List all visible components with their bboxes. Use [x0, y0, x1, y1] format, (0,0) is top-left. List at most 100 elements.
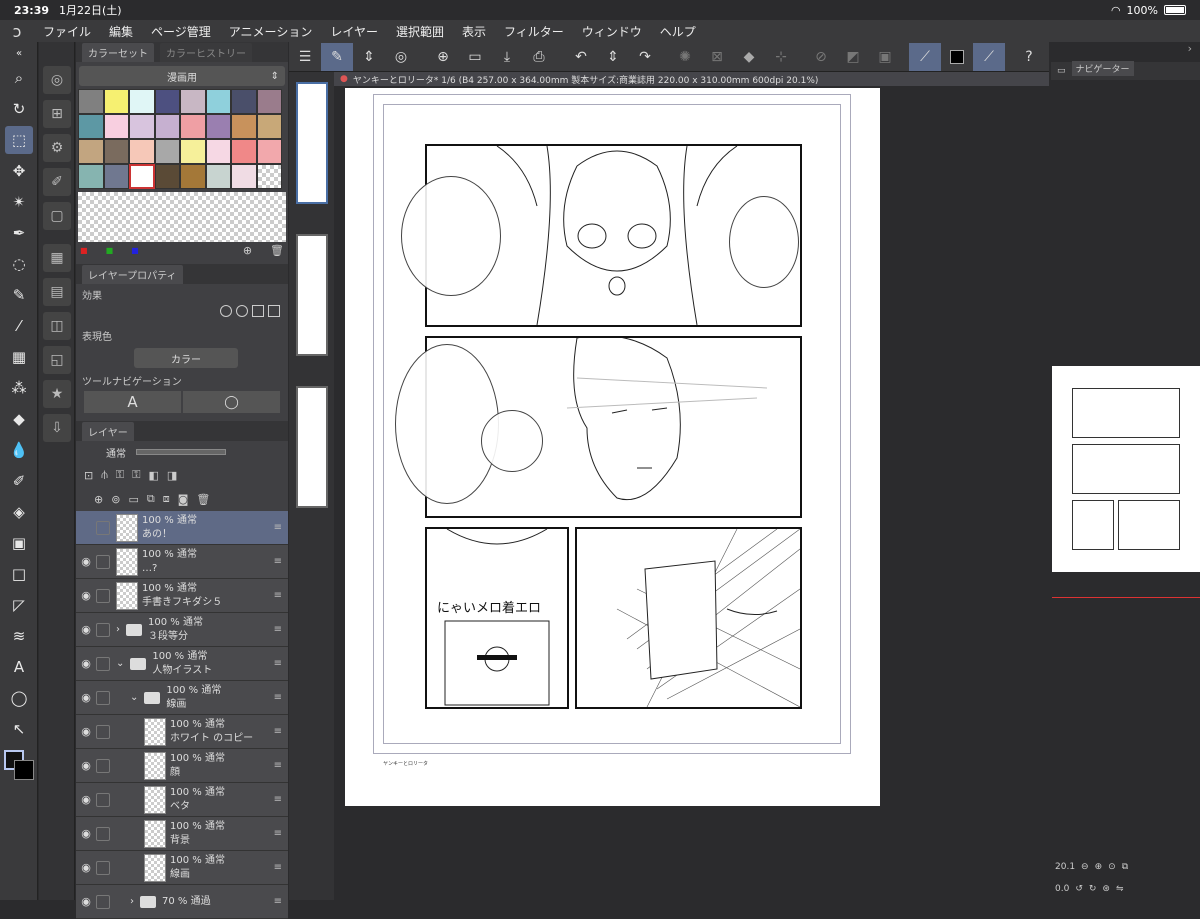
color-swatch[interactable] — [205, 89, 231, 114]
settings-icon[interactable]: ◎ — [385, 43, 417, 71]
save-icon[interactable]: ⤓ — [491, 43, 523, 71]
color-swatch[interactable] — [180, 164, 206, 189]
eye-icon[interactable]: ◉ — [76, 759, 96, 772]
color-swatch[interactable] — [256, 89, 282, 114]
color-swatch[interactable] — [231, 139, 257, 164]
layer-lock-toggle[interactable] — [96, 520, 110, 535]
canvas-area[interactable]: にゃいメロ着エロ ヤンキーとロリータ — [334, 86, 1049, 900]
balloon-tool-icon[interactable]: ◯ — [5, 684, 33, 712]
color-swatch[interactable] — [205, 164, 231, 189]
angle-value[interactable]: 0.0 — [1055, 884, 1069, 894]
sub-color-chip[interactable] — [14, 760, 34, 780]
decoration-tool-icon[interactable]: ⁂ — [5, 374, 33, 402]
menu-animation[interactable]: アニメーション — [220, 23, 322, 40]
collapse-icon[interactable]: « — [5, 45, 33, 61]
delete-swatch-icon[interactable]: 🗑 — [270, 244, 284, 257]
delete-layer-icon[interactable]: 🗑 — [196, 493, 210, 506]
show-selection-icon[interactable]: ▣ — [869, 43, 901, 71]
layer-row[interactable]: ◉ › 70 % 通過 ≡ — [76, 885, 288, 919]
color-swatch[interactable] — [256, 139, 282, 164]
navigator-tab-icon[interactable]: ▭ — [1057, 66, 1066, 76]
rotate-tool-icon[interactable]: ↻ — [5, 95, 33, 123]
combine-icon[interactable]: ⧉ — [147, 492, 155, 506]
menu-help[interactable]: ヘルプ — [651, 23, 705, 40]
open-folder-icon[interactable]: ▭ — [459, 43, 491, 71]
transform-icon[interactable]: ⊹ — [765, 43, 797, 71]
folder-toggle-icon[interactable]: ⌄ — [130, 692, 138, 703]
tab-layer-property[interactable]: レイヤープロパティ — [82, 264, 183, 284]
print-icon[interactable]: ⎙ — [523, 43, 555, 71]
tab-color-history[interactable]: カラーヒストリー — [160, 42, 252, 62]
extract-line-icon[interactable] — [268, 305, 280, 317]
layer-menu-icon[interactable]: ≡ — [274, 896, 282, 907]
gradient-tool-icon[interactable]: ▣ — [5, 529, 33, 557]
subtool-operation-icon[interactable]: ◎ — [43, 66, 71, 94]
full-screen-icon[interactable]: ⧉ — [1122, 862, 1128, 872]
layer-lock-toggle[interactable] — [96, 724, 110, 739]
merge-icon[interactable]: ⧈ — [163, 492, 170, 506]
layer-menu-icon[interactable]: ≡ — [274, 658, 282, 669]
auto-select-tool-icon[interactable]: ✴ — [5, 188, 33, 216]
zoom-out-icon[interactable]: ⊖ — [1081, 862, 1089, 872]
menu-layer[interactable]: レイヤー — [321, 23, 387, 40]
subtool-import-icon[interactable]: ⇩ — [43, 414, 71, 442]
manga-page[interactable]: にゃいメロ着エロ ヤンキーとロリータ — [345, 88, 880, 806]
mask-icon[interactable]: ◧ — [149, 469, 159, 482]
navigator-thumbnail[interactable] — [1052, 366, 1200, 572]
color-swatch[interactable] — [154, 114, 180, 139]
eye-icon[interactable]: ◉ — [76, 725, 96, 738]
undo-icon[interactable]: ↶ — [565, 43, 597, 71]
document-tab[interactable]: ● ヤンキーとロリータ* 1/6 (B4 257.00 x 364.00mm 製… — [334, 72, 1049, 86]
speech-balloon[interactable] — [395, 344, 499, 504]
layer-lock-toggle[interactable] — [96, 656, 110, 671]
eye-icon[interactable]: ◉ — [76, 555, 96, 568]
color-swatch[interactable] — [205, 114, 231, 139]
deselect-icon[interactable]: ⊘ — [805, 43, 837, 71]
layer-menu-icon[interactable]: ≡ — [274, 624, 282, 635]
snap-special-ruler-icon[interactable]: ⟋ — [973, 42, 1005, 71]
ruler-tool-icon[interactable]: ≋ — [5, 622, 33, 650]
folder-toggle-icon[interactable]: › — [116, 624, 120, 635]
menu-file[interactable]: ファイル — [34, 23, 100, 40]
frame-tool-icon[interactable]: ◸ — [5, 591, 33, 619]
layer-menu-icon[interactable]: ≡ — [274, 590, 282, 601]
zoom-in-icon[interactable]: ⊕ — [1095, 862, 1103, 872]
collapse-right-icon[interactable]: › — [1051, 42, 1200, 62]
correct-line-tool-icon[interactable]: ↖ — [5, 715, 33, 743]
zoom-tool-icon[interactable]: ⌕ — [5, 64, 33, 92]
layer-lock-toggle[interactable] — [96, 792, 110, 807]
lock-icon[interactable]: ⚿ — [116, 468, 124, 482]
color-swatch-icon[interactable] — [941, 43, 973, 71]
eye-icon[interactable]: ◉ — [76, 895, 96, 908]
eye-icon[interactable]: ◉ — [76, 657, 96, 670]
speech-balloon[interactable] — [481, 410, 543, 472]
layer-lock-toggle[interactable] — [96, 758, 110, 773]
layer-lock-toggle[interactable] — [96, 860, 110, 875]
color-swatch[interactable] — [103, 139, 129, 164]
layer-menu-icon[interactable]: ≡ — [274, 760, 282, 771]
subtool-grid-icon[interactable]: ▦ — [43, 244, 71, 272]
layer-lock-toggle[interactable] — [96, 554, 110, 569]
comic-panel-3[interactable]: にゃいメロ着エロ — [425, 527, 569, 709]
menu-view[interactable]: 表示 — [453, 23, 495, 40]
color-swatch[interactable] — [180, 114, 206, 139]
rotate-left-icon[interactable]: ↺ — [1075, 884, 1083, 894]
color-swatch[interactable] — [129, 114, 155, 139]
layer-color-icon[interactable] — [252, 305, 264, 317]
redo-icon[interactable]: ↷ — [629, 43, 661, 71]
opacity-slider[interactable] — [136, 449, 226, 455]
color-swatch[interactable] — [129, 89, 155, 114]
color-swatch[interactable] — [256, 114, 282, 139]
pencil-tool-icon[interactable]: ✎ — [5, 281, 33, 309]
subtool-object-icon[interactable]: ⊞ — [43, 100, 71, 128]
color-swatch[interactable] — [231, 114, 257, 139]
page-thumbnail[interactable] — [295, 234, 328, 356]
text-tool-icon[interactable]: A — [5, 653, 33, 681]
color-swatch[interactable] — [103, 164, 129, 189]
hamburger-icon[interactable]: ☰ — [289, 43, 321, 71]
lasso-tool-icon[interactable]: ◌ — [5, 250, 33, 278]
flip-icon[interactable]: ⇋ — [1116, 884, 1124, 894]
add-swatch-icon[interactable]: ⊕ — [243, 244, 252, 257]
folder-toggle-icon[interactable]: › — [130, 896, 134, 907]
layer-menu-icon[interactable]: ≡ — [274, 556, 282, 567]
